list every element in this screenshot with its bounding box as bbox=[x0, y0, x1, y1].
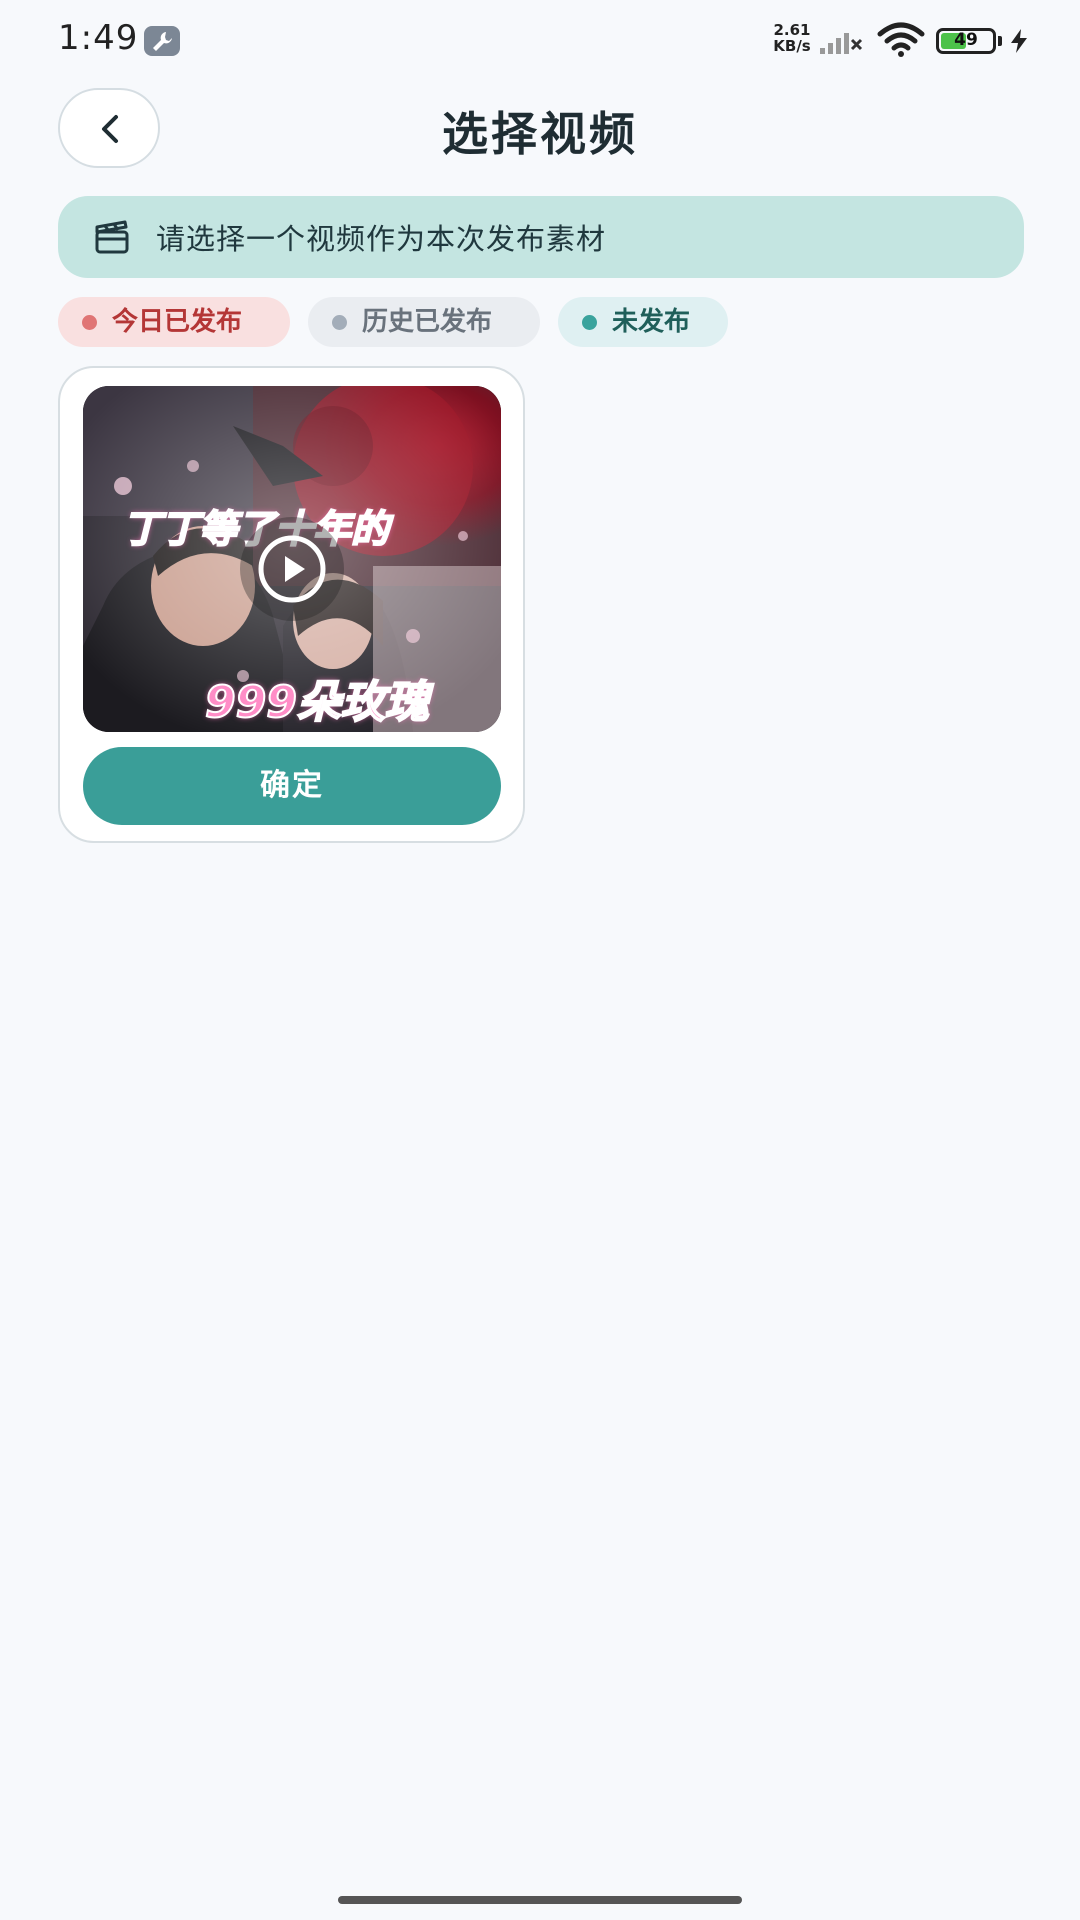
confirm-button[interactable]: 确定 bbox=[83, 747, 501, 825]
video-thumbnail[interactable]: 丁丁等了十年的 999朵玫瑰 bbox=[83, 386, 501, 732]
filter-chip-today-published[interactable]: 今日已发布 bbox=[58, 297, 290, 347]
chip-label: 未发布 bbox=[612, 307, 691, 337]
home-indicator[interactable] bbox=[338, 1896, 742, 1904]
chip-label: 今日已发布 bbox=[112, 307, 243, 337]
chip-label: 历史已发布 bbox=[362, 307, 493, 337]
video-caption-bottom: 999朵玫瑰 bbox=[204, 676, 430, 729]
status-dot bbox=[332, 315, 347, 330]
banner-text: 请选择一个视频作为本次发布素材 bbox=[156, 222, 607, 256]
wifi-icon bbox=[877, 22, 925, 57]
filter-chip-history-published[interactable]: 历史已发布 bbox=[308, 297, 540, 347]
battery-icon: 49 bbox=[936, 28, 996, 54]
filter-chip-unpublished[interactable]: 未发布 bbox=[558, 297, 728, 347]
status-bar: 1:49 2.61 KB/s 49 bbox=[0, 0, 1080, 82]
instruction-banner: 请选择一个视频作为本次发布素材 bbox=[58, 196, 1024, 278]
play-icon[interactable] bbox=[238, 515, 346, 623]
signal-icon bbox=[820, 33, 863, 54]
net-speed: 2.61 KB/s bbox=[766, 22, 818, 54]
status-time: 1:49 bbox=[58, 18, 139, 58]
net-speed-unit: KB/s bbox=[773, 37, 811, 55]
video-card[interactable]: 丁丁等了十年的 999朵玫瑰 确定 bbox=[58, 366, 525, 843]
status-dot bbox=[582, 315, 597, 330]
battery-cap bbox=[998, 36, 1002, 46]
clapperboard-icon bbox=[95, 220, 129, 254]
charging-bolt-icon bbox=[1011, 29, 1027, 53]
net-speed-value: 2.61 bbox=[773, 21, 811, 39]
status-dot bbox=[82, 315, 97, 330]
wrench-icon bbox=[144, 26, 180, 56]
page-title: 选择视频 bbox=[442, 107, 638, 161]
battery-level: 49 bbox=[954, 30, 978, 50]
